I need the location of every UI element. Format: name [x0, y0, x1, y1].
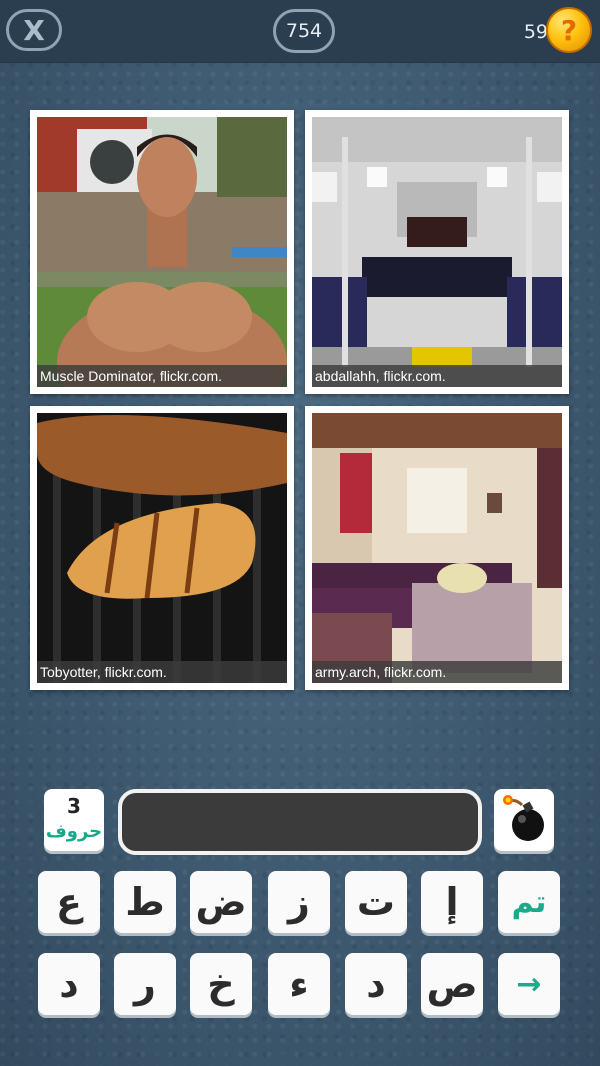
photo-2-image: abdallahh, flickr.com. — [312, 117, 562, 387]
letter-key[interactable]: ص — [421, 953, 483, 1015]
letter-key[interactable]: د — [38, 953, 100, 1015]
coins-count: 59 — [523, 21, 548, 43]
letter-key[interactable]: ع — [38, 871, 100, 933]
puzzle-photo-3[interactable]: Tobyotter, flickr.com. — [30, 406, 294, 690]
puzzle-photo-4[interactable]: army.arch, flickr.com. — [305, 406, 569, 690]
letters-count-badge: 3 حروف — [44, 789, 104, 851]
letter-key[interactable]: د — [345, 953, 407, 1015]
letter-key[interactable]: ء — [268, 953, 330, 1015]
muscle-man-illustration — [37, 117, 287, 387]
letters-count-number: 3 — [67, 794, 81, 818]
letter-key[interactable]: ر — [114, 953, 176, 1015]
letter-key[interactable]: ط — [114, 871, 176, 933]
living-room-illustration — [312, 413, 562, 683]
puzzle-photo-2[interactable]: abdallahh, flickr.com. — [305, 110, 569, 394]
close-icon: X — [23, 13, 45, 47]
photo-1-image: Muscle Dominator, flickr.com. — [37, 117, 287, 387]
letters-count-label: حروف — [45, 821, 103, 842]
bomb-hint-button[interactable] — [494, 789, 554, 851]
close-button[interactable]: X — [6, 9, 62, 51]
photo-credit: abdallahh, flickr.com. — [312, 365, 562, 387]
bus-interior-illustration — [312, 117, 562, 387]
photo-credit: Muscle Dominator, flickr.com. — [37, 365, 287, 387]
answer-field[interactable] — [118, 789, 482, 855]
level-indicator: 754 — [273, 9, 335, 53]
letter-key[interactable]: خ — [190, 953, 252, 1015]
letter-key[interactable]: ت — [345, 871, 407, 933]
letter-key[interactable]: ض — [190, 871, 252, 933]
next-arrow-button[interactable]: → — [498, 953, 560, 1015]
level-number: 754 — [285, 20, 323, 42]
coin-icon[interactable]: ? — [546, 7, 592, 53]
photo-credit: army.arch, flickr.com. — [312, 661, 562, 683]
grilled-chicken-illustration — [37, 413, 287, 683]
letter-key[interactable]: ز — [268, 871, 330, 933]
letter-key[interactable]: إ — [421, 871, 483, 933]
puzzle-photo-1[interactable]: Muscle Dominator, flickr.com. — [30, 110, 294, 394]
bomb-icon — [503, 795, 544, 841]
photo-3-image: Tobyotter, flickr.com. — [37, 413, 287, 683]
done-button[interactable]: تم — [498, 871, 560, 933]
photo-4-image: army.arch, flickr.com. — [312, 413, 562, 683]
photo-credit: Tobyotter, flickr.com. — [37, 661, 287, 683]
coin-question-mark: ? — [560, 13, 578, 47]
top-bar: X 754 59 ? — [0, 0, 600, 63]
